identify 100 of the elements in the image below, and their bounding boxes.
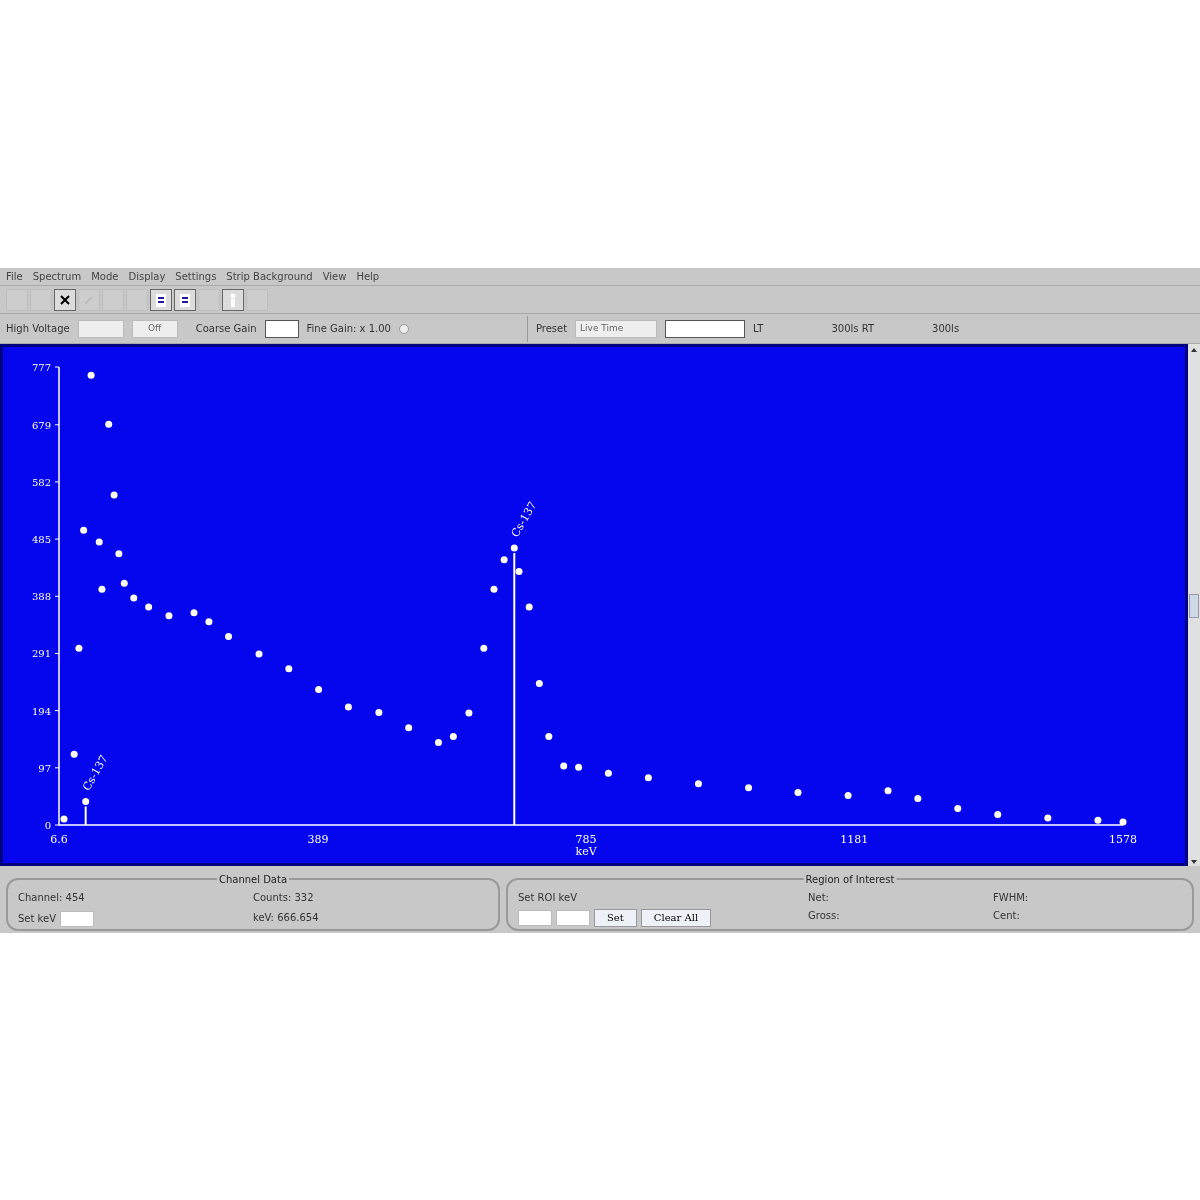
menu-item[interactable]: Mode xyxy=(91,269,119,284)
figure-icon xyxy=(228,291,238,308)
tick-label: 582 xyxy=(31,476,51,488)
scatter-point xyxy=(205,618,213,626)
roi-end-field[interactable] xyxy=(556,909,590,926)
field-label: Fine Gain: x 1.00 xyxy=(306,322,391,336)
menu-item[interactable]: Settings xyxy=(175,269,217,284)
scatter-point xyxy=(545,733,553,741)
field-label: High Voltage xyxy=(6,322,70,336)
tick-label: 194 xyxy=(31,705,51,717)
scatter-point xyxy=(954,805,962,812)
preset-dropdown[interactable]: Live Time xyxy=(575,319,658,338)
menu-item[interactable]: Help xyxy=(356,269,380,284)
scatter-point xyxy=(604,769,612,777)
tick-label: 679 xyxy=(31,419,51,431)
tick-label: 1181 xyxy=(840,833,869,846)
scroll-up-icon[interactable] xyxy=(1190,346,1198,354)
toggle-field[interactable]: Off xyxy=(131,319,178,338)
fwhm-readout: FWHM: xyxy=(993,891,1030,905)
scatter-point xyxy=(434,739,442,746)
tick-label: 291 xyxy=(31,648,51,660)
field-label: Set ROI keV xyxy=(518,891,578,905)
scatter-point xyxy=(255,650,263,658)
scatter-point xyxy=(82,797,90,805)
scatter-point xyxy=(75,644,83,652)
field-label: Preset xyxy=(535,322,568,336)
set-button[interactable]: Set xyxy=(594,908,637,927)
clear-all-button[interactable]: Clear All xyxy=(640,908,712,927)
scatter-point xyxy=(165,612,173,620)
tick-label: 485 xyxy=(31,534,51,546)
scatter-point xyxy=(745,784,753,792)
toolbar-button[interactable] xyxy=(150,288,172,311)
scatter-point xyxy=(87,371,95,379)
tick-label: 97 xyxy=(38,762,51,774)
scatter-point xyxy=(914,795,922,802)
scrollbar[interactable] xyxy=(1188,344,1200,866)
cent-readout: Cent: xyxy=(993,909,1021,923)
menu-item[interactable]: Spectrum xyxy=(32,269,82,284)
counts-readout: Counts: 332 xyxy=(253,891,315,905)
kev-field[interactable] xyxy=(60,910,95,927)
scatter-point xyxy=(694,780,702,788)
group-title: Region of Interest xyxy=(803,872,897,887)
toolbar-button[interactable] xyxy=(174,288,196,311)
scatter-point xyxy=(575,763,583,771)
scatter-point xyxy=(120,579,128,587)
scatter-point xyxy=(60,815,68,823)
spinner-field[interactable] xyxy=(264,319,299,338)
scatter-point xyxy=(490,585,498,593)
scatter-point xyxy=(1044,814,1052,822)
spinner-field[interactable] xyxy=(77,319,124,338)
scatter-point xyxy=(315,685,323,693)
field-label: LT xyxy=(753,322,764,336)
field-label: Coarse Gain xyxy=(195,322,257,336)
scatter-point xyxy=(115,550,123,558)
scatter-point xyxy=(480,644,488,652)
scatter-point xyxy=(130,594,138,602)
scatter-point xyxy=(500,556,508,564)
scatter-point xyxy=(794,789,802,797)
scatter-point xyxy=(344,703,352,711)
scatter-point xyxy=(465,709,473,717)
tick-label: 388 xyxy=(31,591,51,603)
scatter-point xyxy=(449,733,457,741)
scroll-thumb[interactable] xyxy=(1189,594,1199,618)
scatter-point xyxy=(375,708,383,716)
menu-item[interactable]: Display xyxy=(128,269,166,284)
menu-item[interactable]: View xyxy=(322,269,347,284)
scatter-point xyxy=(535,680,543,688)
scatter-point xyxy=(525,603,533,611)
kev-readout: keV: 666.654 xyxy=(253,911,320,925)
slider-knob[interactable] xyxy=(398,323,409,334)
tick-label: 785 xyxy=(575,833,597,846)
tick-label: 389 xyxy=(307,833,329,846)
scatter-point xyxy=(510,544,518,552)
scatter-point xyxy=(225,632,233,640)
field-label: Set keV xyxy=(18,912,57,926)
menu-item[interactable]: File xyxy=(6,269,23,284)
scatter-point xyxy=(105,420,113,428)
scatter-point xyxy=(98,585,106,593)
menu-item[interactable]: Strip Background xyxy=(226,269,313,284)
scatter-point xyxy=(994,810,1002,818)
tick-label: 0 xyxy=(44,820,51,831)
channel-readout: Channel: 454 xyxy=(18,891,86,905)
scatter-point xyxy=(80,526,88,534)
scatter-point xyxy=(70,750,78,758)
scroll-down-icon[interactable] xyxy=(1190,858,1198,866)
preset-field[interactable] xyxy=(665,319,746,338)
tick-label: 777 xyxy=(31,362,51,373)
toolbar-button[interactable] xyxy=(54,288,76,311)
scatter-point xyxy=(560,762,568,770)
time-readout: 300ls RT xyxy=(831,322,874,336)
marker-line xyxy=(84,805,87,826)
scatter-point xyxy=(405,724,413,732)
roi-start-field[interactable] xyxy=(518,909,552,926)
scatter-point xyxy=(110,491,118,499)
net-readout: Net: xyxy=(808,891,830,905)
gross-readout: Gross: xyxy=(808,909,841,923)
document-icon xyxy=(155,291,167,308)
scatter-point xyxy=(1119,818,1127,826)
scatter-point xyxy=(95,538,103,546)
close-icon xyxy=(59,293,71,306)
